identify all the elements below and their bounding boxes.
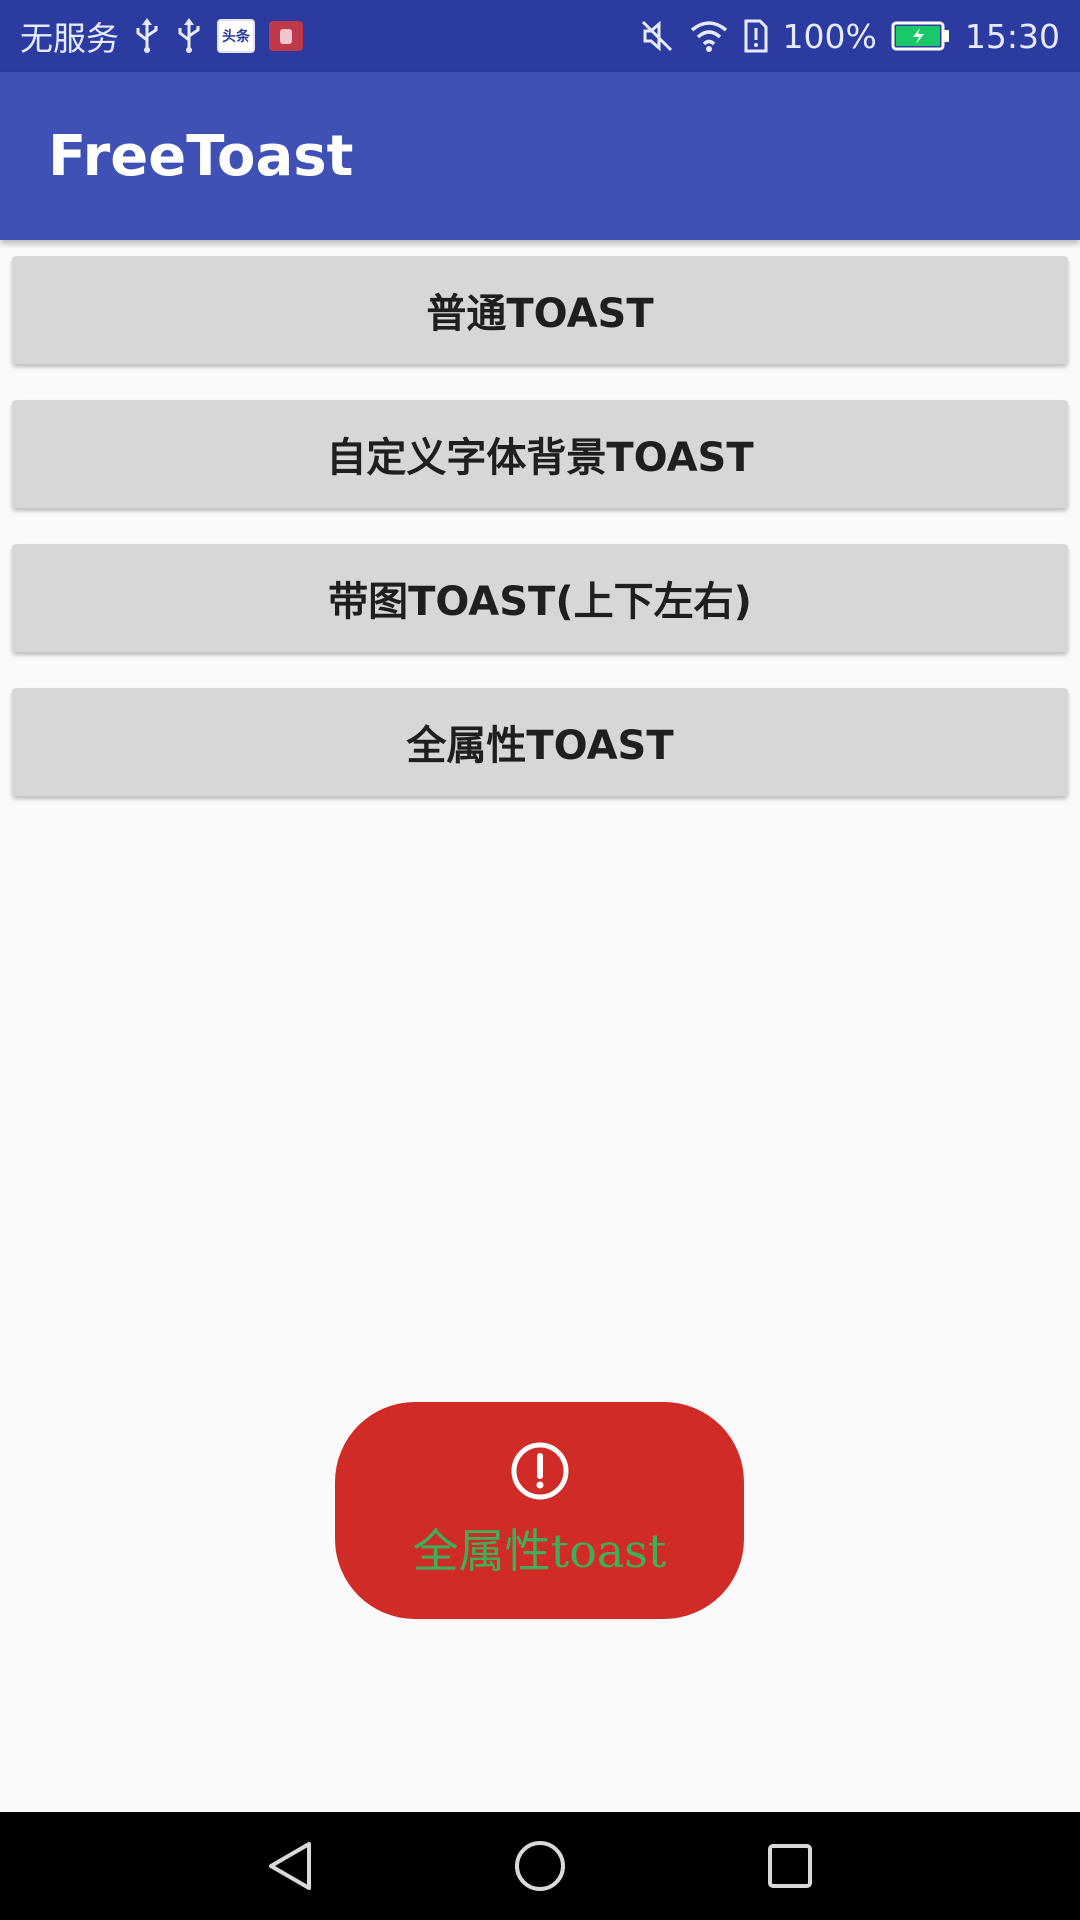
alert-circle-icon — [510, 1441, 570, 1501]
navigation-bar — [0, 1812, 1080, 1920]
status-bar: 无服务 头条 100% 15:30 — [0, 0, 1080, 72]
back-icon[interactable] — [260, 1836, 320, 1896]
wifi-icon — [689, 19, 729, 53]
all-attributes-toast-button[interactable]: 全属性TOAST — [12, 688, 1068, 796]
home-icon[interactable] — [510, 1836, 570, 1896]
app-notification-icon — [269, 21, 303, 51]
toast-message: 全属性toast — [412, 1523, 667, 1578]
status-left: 无服务 头条 — [20, 12, 303, 60]
usb-icon — [175, 18, 203, 54]
recents-icon[interactable] — [760, 1836, 820, 1896]
sim-alert-icon — [743, 18, 769, 54]
screen: 无服务 头条 100% 15:30 FreeToast 普通TOAST 自定义字… — [0, 0, 1080, 1920]
carrier-text: 无服务 — [20, 19, 119, 58]
toutiao-notification-icon: 头条 — [217, 19, 255, 53]
battery-percent: 100% — [782, 16, 877, 56]
toast-popup: 全属性toast — [335, 1402, 744, 1619]
clock-time: 15:30 — [964, 16, 1060, 56]
button-list: 普通TOAST 自定义字体背景TOAST 带图TOAST(上下左右) 全属性TO… — [12, 256, 1068, 832]
mute-icon — [639, 18, 675, 54]
battery-icon — [891, 21, 951, 51]
normal-toast-button[interactable]: 普通TOAST — [12, 256, 1068, 364]
custom-font-background-toast-button[interactable]: 自定义字体背景TOAST — [12, 400, 1068, 508]
image-toast-button[interactable]: 带图TOAST(上下左右) — [12, 544, 1068, 652]
app-title: FreeToast — [48, 123, 354, 189]
app-bar: FreeToast — [0, 72, 1080, 240]
usb-icon — [133, 18, 161, 54]
status-right: 100% 15:30 — [639, 17, 1060, 56]
